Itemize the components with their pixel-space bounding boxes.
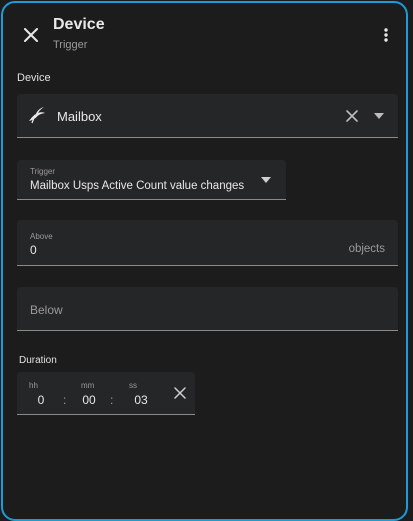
trigger-select[interactable]: Trigger Mailbox Usps Active Count value … <box>17 160 286 200</box>
trigger-dialog: Device Trigger Device Mailbox Trigger Ma… <box>1 1 408 521</box>
below-input[interactable]: Below <box>17 287 398 331</box>
dialog-subtitle: Trigger <box>53 39 88 51</box>
duration-picker: hh 0 : mm 00 : ss 03 <box>17 372 195 415</box>
ss-label: ss <box>129 381 137 390</box>
device-section-label: Device <box>17 72 51 84</box>
hours-input[interactable]: 0 <box>29 393 53 407</box>
dialog-title: Device <box>53 16 105 33</box>
bird-icon <box>29 107 45 124</box>
device-picker[interactable]: Mailbox <box>17 94 398 138</box>
close-icon <box>24 28 38 42</box>
chevron-down-icon[interactable] <box>374 113 384 119</box>
trigger-value: Mailbox Usps Active Count value changes <box>30 180 245 192</box>
above-value: 0 <box>30 243 37 257</box>
minutes-input[interactable]: 00 <box>77 393 101 407</box>
close-button[interactable] <box>17 21 45 49</box>
trigger-label: Trigger <box>30 167 56 176</box>
chevron-down-icon[interactable] <box>261 177 271 183</box>
above-label: Above <box>30 232 53 241</box>
hh-label: hh <box>29 381 38 390</box>
more-options-button[interactable] <box>378 23 394 47</box>
clear-duration-icon[interactable] <box>174 387 186 399</box>
above-input[interactable]: Above 0 objects <box>17 220 398 266</box>
below-placeholder: Below <box>30 303 63 317</box>
above-unit-suffix: objects <box>348 243 385 255</box>
duration-label: Duration <box>19 355 57 366</box>
time-separator: : <box>63 393 67 407</box>
clear-icon[interactable] <box>344 108 360 124</box>
mm-label: mm <box>81 381 95 390</box>
seconds-input[interactable]: 03 <box>129 393 153 407</box>
device-name: Mailbox <box>57 109 102 124</box>
dialog-header: Device Trigger <box>3 3 406 63</box>
more-vertical-icon <box>384 28 388 42</box>
time-separator: : <box>110 393 114 407</box>
